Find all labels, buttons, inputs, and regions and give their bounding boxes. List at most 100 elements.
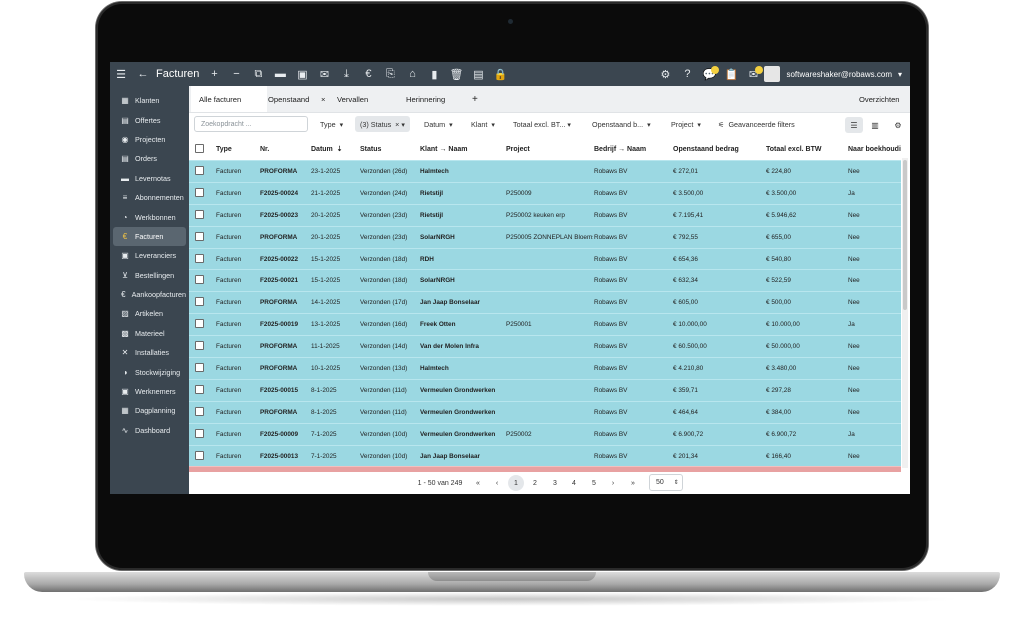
chart-view-icon[interactable]: ▥	[866, 117, 884, 133]
row-checkbox[interactable]	[189, 203, 215, 227]
close-icon[interactable]: ×	[321, 86, 325, 112]
sidebar-item-dashboard[interactable]: ∿ Dashboard	[113, 421, 186, 440]
first-page-button[interactable]: «	[470, 475, 486, 491]
sidebar-item-installaties[interactable]: ✕ Installaties	[113, 343, 186, 362]
next-page-button[interactable]: ›	[605, 475, 621, 491]
prev-page-button[interactable]: ‹	[489, 475, 505, 491]
last-page-button[interactable]: »	[625, 475, 641, 491]
filter-totaal[interactable]: Totaal excl. BT... ▾	[513, 116, 571, 132]
file-icon[interactable]: ▮	[423, 62, 445, 86]
row-checkbox[interactable]	[189, 247, 215, 270]
column-header[interactable]: Openstaand bedrag	[672, 138, 765, 161]
sidebar-item-levernotas[interactable]: ▬ Levernotas	[113, 169, 186, 188]
column-header[interactable]: Nr.	[259, 138, 310, 161]
chat-icon[interactable]: 💬	[698, 62, 720, 86]
export-icon[interactable]: ⎘	[379, 62, 401, 86]
user-menu[interactable]: softwareshaker@robaws.com ▾	[764, 66, 902, 82]
row-checkbox[interactable]	[189, 378, 215, 402]
download-icon[interactable]: ⤓	[335, 62, 357, 86]
gallery-icon[interactable]: ▣	[291, 62, 313, 86]
row-checkbox[interactable]	[189, 335, 215, 358]
sidebar-item-materieel[interactable]: ▩ Materieel	[113, 324, 186, 343]
page-button[interactable]: 2	[527, 475, 543, 491]
copy-icon[interactable]: ⧉	[247, 62, 269, 86]
table-row[interactable]: Facturen PROFORMA 14-1-2025 Verzonden (17d)…	[189, 291, 901, 314]
sidebar-item-orders[interactable]: ▤ Orders	[113, 149, 186, 168]
filter-openstaand[interactable]: Openstaand b... ▾	[592, 116, 651, 132]
sidebar-item-bestellingen[interactable]: ⊻ Bestellingen	[113, 266, 186, 285]
table-row[interactable]: Facturen PROFORMA 10-1-2025 Verzonden (13d)…	[189, 357, 901, 380]
table-row[interactable]: Facturen F2025-00013 7-1-2025 Verzonden (10…	[189, 444, 901, 467]
document-icon[interactable]: ▬	[269, 62, 291, 86]
filter-datum[interactable]: Datum ▾	[424, 116, 453, 132]
column-header[interactable]: Bedrijf → Naam	[593, 138, 672, 161]
select-all-checkbox[interactable]	[189, 138, 215, 161]
column-header[interactable]: Project	[505, 138, 593, 161]
sidebar-item-aankoopfacturen[interactable]: € Aankoopfacturen	[113, 285, 186, 304]
sidebar-item-abonnementen[interactable]: ≡ Abonnementen	[113, 188, 186, 207]
row-checkbox[interactable]	[189, 400, 215, 424]
column-header[interactable]: Status	[359, 138, 419, 161]
filter-project[interactable]: Project ▾	[671, 116, 701, 132]
column-header[interactable]: Naar boekhouding	[847, 138, 901, 161]
sidebar-item-projecten[interactable]: ◉ Projecten	[113, 130, 186, 149]
row-checkbox[interactable]	[189, 181, 215, 205]
sidebar-item-stockwijziging[interactable]: ◑ Stockwijziging	[113, 362, 186, 381]
archive-icon[interactable]: ▤	[467, 62, 489, 86]
page-button[interactable]: 1	[508, 475, 524, 491]
sidebar-item-facturen[interactable]: € Facturen	[113, 226, 186, 247]
sidebar-item-klanten[interactable]: ▦ Klanten	[113, 91, 186, 110]
table-row[interactable]: Facturen F2025-00009 7-1-2025 Verzonden (10…	[189, 422, 901, 446]
filter-status[interactable]: (3) Status × ▾	[355, 116, 410, 132]
column-header[interactable]: Datum ⇣	[310, 138, 359, 161]
table-row[interactable]: Facturen F2025-00019 13-1-2025 Verzonden (1…	[189, 313, 901, 336]
page-size-select[interactable]: 50 ⇕	[649, 474, 683, 491]
row-checkbox[interactable]	[189, 291, 215, 314]
bank-icon[interactable]: ⌂	[401, 62, 423, 86]
lock-icon[interactable]: 🔒	[489, 62, 511, 86]
table-row[interactable]: Facturen PROFORMA 11-1-2025 Verzonden (14d)…	[189, 335, 901, 358]
euro-icon[interactable]: €	[357, 62, 379, 86]
table-row[interactable]: Facturen F2025-00015 8-1-2025 Verzonden (11…	[189, 378, 901, 402]
sidebar-item-leveranciers[interactable]: ▣ Leveranciers	[113, 246, 186, 265]
sidebar-item-offertes[interactable]: ▤ Offertes	[113, 110, 186, 129]
gear-icon[interactable]: ⚙	[654, 62, 676, 86]
filter-klant[interactable]: Klant ▾	[471, 116, 495, 132]
row-checkbox[interactable]	[189, 160, 215, 183]
tab-alle-facturen[interactable]: Alle facturen	[191, 86, 267, 112]
back-arrow-icon[interactable]: ←	[132, 62, 154, 86]
search-input[interactable]: Zoekopdracht ...	[194, 116, 308, 132]
table-row[interactable]: Facturen F2025-00022 15-1-2025 Verzonden (1…	[189, 247, 901, 270]
clear-icon[interactable]: ×	[395, 120, 399, 129]
add-tab-button[interactable]: +	[472, 86, 478, 112]
table-row[interactable]: Facturen PROFORMA 20-1-2025 Verzonden (23d)…	[189, 225, 901, 249]
message-icon[interactable]: ✉	[742, 62, 764, 86]
sidebar-item-werknemers[interactable]: ▣ Werknemers	[113, 382, 186, 401]
row-checkbox[interactable]	[189, 269, 215, 292]
page-button[interactable]: 3	[547, 475, 563, 491]
list-view-icon[interactable]: ☰	[845, 117, 863, 133]
table-row[interactable]: Facturen PROFORMA 8-1-2025 Verzonden (11d) V…	[189, 400, 901, 424]
sidebar-item-artikelen[interactable]: ▨ Artikelen	[113, 304, 186, 323]
tab-herinnering[interactable]: Herinnering	[406, 86, 445, 112]
row-checkbox[interactable]	[189, 357, 215, 380]
table-row[interactable]: Facturen PROFORMA 23-1-2025 Verzonden (26d)…	[189, 160, 901, 183]
filter-type[interactable]: Type ▾	[320, 116, 343, 132]
sidebar-item-werkbonnen[interactable]: ◔ Werkbonnen	[113, 207, 186, 226]
row-checkbox[interactable]	[189, 313, 215, 336]
table-row[interactable]: Facturen F2025-00023 20-1-2025 Verzonden (2…	[189, 203, 901, 227]
row-checkbox[interactable]	[189, 444, 215, 467]
page-button[interactable]: 4	[566, 475, 582, 491]
tab-openstaand[interactable]: Openstaand	[268, 86, 309, 112]
trash-icon[interactable]: 🗑	[445, 62, 467, 86]
scrollbar-thumb[interactable]	[903, 160, 907, 310]
tab-vervallen[interactable]: Vervallen	[337, 86, 368, 112]
gear-icon[interactable]: ⚙	[889, 117, 907, 133]
overzichten-button[interactable]: Overzichten	[859, 86, 900, 112]
row-checkbox[interactable]	[189, 225, 215, 249]
sidebar-item-dagplanning[interactable]: ▦ Dagplanning	[113, 401, 186, 420]
plus-icon[interactable]: +	[203, 62, 225, 86]
advanced-filters-button[interactable]: ⚟ Geavanceerde filters	[718, 116, 795, 132]
vertical-scrollbar[interactable]	[902, 158, 908, 468]
row-checkbox[interactable]	[189, 422, 215, 446]
